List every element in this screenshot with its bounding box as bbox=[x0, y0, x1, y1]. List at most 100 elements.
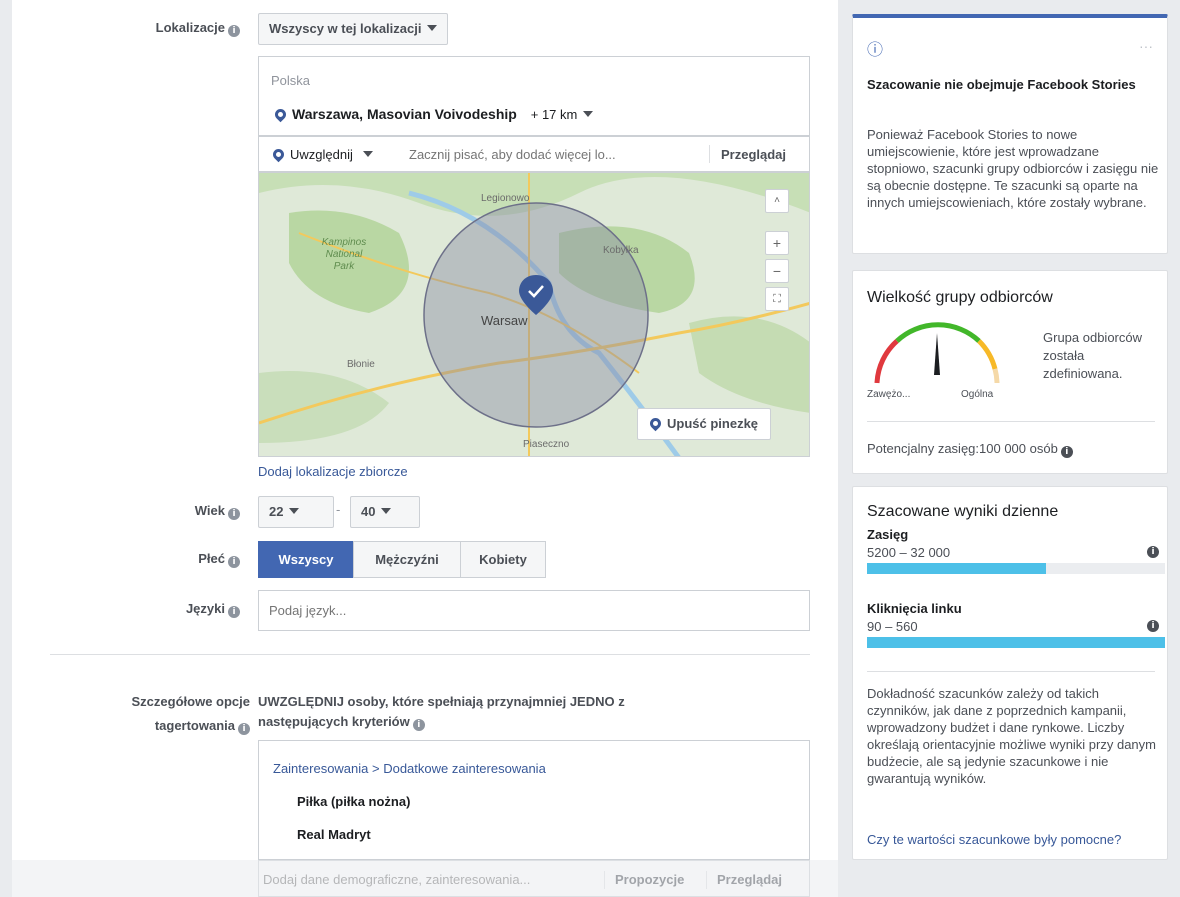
location-label-text: Lokalizacje bbox=[155, 20, 225, 35]
map-label: Błonie bbox=[347, 359, 375, 370]
clicks-bar-fill bbox=[867, 637, 1165, 648]
audience-size-title: Wielkość grupy odbiorców bbox=[867, 289, 1053, 306]
location-item[interactable]: Warszawa, Masovian Voivodeship + 17 km bbox=[272, 106, 594, 123]
gauge-specific-label: Zawężo... bbox=[867, 389, 911, 400]
reach-bar bbox=[867, 563, 1165, 574]
age-min-value: 22 bbox=[269, 504, 284, 519]
demographics-search-input[interactable] bbox=[263, 866, 593, 892]
info-icon[interactable]: i bbox=[228, 25, 240, 37]
gender-label-text: Płeć bbox=[198, 551, 225, 566]
location-search-row: Uwzględnij Przeglądaj bbox=[258, 136, 810, 172]
gauge-broad-label: Ogólna bbox=[961, 389, 994, 400]
age-max-dropdown[interactable]: 40 bbox=[350, 496, 420, 528]
age-max-value: 40 bbox=[361, 504, 376, 519]
interests-box: Zainteresowania > Dodatkowe zainteresowa… bbox=[258, 740, 810, 860]
map-label: Legionowo bbox=[481, 193, 530, 204]
clicks-label: Kliknięcia linku bbox=[867, 601, 962, 616]
left-margin bbox=[0, 0, 12, 897]
audience-gauge bbox=[874, 322, 1000, 384]
targeting-form: Lokalizacje i Wszyscy w tej lokalizacji P… bbox=[0, 0, 838, 897]
languages-label-text: Języki bbox=[185, 601, 225, 616]
info-icon[interactable]: i bbox=[1060, 446, 1073, 458]
languages-label: Języki i bbox=[60, 601, 240, 618]
location-search-input[interactable] bbox=[409, 141, 684, 167]
age-label-text: Wiek bbox=[194, 503, 225, 518]
potential-reach-text: Potencjalny zasięg:100 000 osób bbox=[867, 441, 1058, 456]
drop-pin-button[interactable]: Upuść pinezkę bbox=[637, 408, 772, 440]
audience-status-text: Grupa odbiorców została zdefiniowana. bbox=[1043, 330, 1142, 381]
accuracy-disclaimer: Dokładność szacunków zależy od takich cz… bbox=[867, 686, 1156, 786]
include-criteria-line1: UWZGLĘDNIJ osoby, które spełniają przyna… bbox=[258, 694, 625, 709]
gender-male-button[interactable]: Mężczyźni bbox=[353, 541, 461, 578]
info-icon[interactable]: i bbox=[1147, 620, 1159, 632]
zoom-out-icon[interactable]: − bbox=[765, 259, 789, 283]
browse-button[interactable]: Przeglądaj bbox=[721, 147, 786, 162]
map-label: Piaseczno bbox=[523, 439, 570, 450]
clicks-value: 90 – 560 bbox=[867, 619, 918, 634]
info-icon[interactable]: i bbox=[228, 606, 240, 618]
potential-reach: Potencjalny zasięg:100 000 osób i bbox=[867, 441, 1073, 458]
age-label: Wiek i bbox=[60, 503, 240, 520]
notice-title: Szacowanie nie obejmuje Facebook Stories bbox=[867, 77, 1136, 92]
info-icon[interactable]: i bbox=[228, 556, 240, 568]
location-pin-icon bbox=[270, 146, 287, 163]
interest-item[interactable]: Real Madryt bbox=[297, 827, 371, 842]
drop-pin-label: Upuść pinezkę bbox=[667, 416, 759, 431]
languages-input[interactable] bbox=[258, 590, 810, 631]
audience-size-card: Wielkość grupy odbiorców Zawężo... Ogóln… bbox=[852, 270, 1168, 474]
include-criteria-line2: następujących kryteriów bbox=[258, 714, 410, 729]
caret-down-icon bbox=[362, 151, 373, 157]
gender-all-button[interactable]: Wszyscy bbox=[258, 541, 354, 578]
detailed-targeting-label-line2: tagertowania bbox=[154, 718, 235, 733]
caret-down-icon bbox=[427, 25, 438, 31]
card-divider bbox=[867, 421, 1155, 422]
demographics-search-row: Propozycje Przeglądaj bbox=[258, 860, 810, 897]
divider bbox=[709, 145, 710, 163]
daily-results-title: Szacowane wyniki dzienne bbox=[867, 503, 1059, 520]
notice-body: Ponieważ Facebook Stories to nowe umiejs… bbox=[867, 127, 1159, 210]
map-label: Kobyłka bbox=[603, 245, 639, 256]
suggestions-button[interactable]: Propozycje bbox=[615, 872, 684, 887]
interest-item[interactable]: Piłka (piłka nożna) bbox=[297, 794, 410, 809]
map[interactable]: Legionowo Kampinos National Park Kobyłka… bbox=[258, 172, 810, 457]
location-pin-icon bbox=[647, 415, 664, 432]
info-icon[interactable]: i bbox=[238, 723, 250, 735]
fullscreen-icon[interactable]: ⛶ bbox=[765, 287, 789, 311]
reach-bar-fill bbox=[867, 563, 1046, 574]
interests-breadcrumb[interactable]: Zainteresowania > Dodatkowe zainteresowa… bbox=[273, 761, 546, 776]
location-type-dropdown[interactable]: Wszyscy w tej lokalizacji bbox=[258, 13, 449, 45]
location-list: Polska Warszawa, Masovian Voivodeship + … bbox=[258, 56, 810, 136]
info-icon[interactable]: i bbox=[228, 508, 240, 520]
daily-results-card: Szacowane wyniki dzienne Zasięg 5200 – 3… bbox=[852, 486, 1168, 860]
reach-label: Zasięg bbox=[867, 527, 909, 542]
include-dropdown[interactable]: Uwzględnij bbox=[270, 146, 373, 163]
map-label: Kampinos National Park bbox=[321, 237, 367, 272]
stories-notice-card: ⓘ ··· Szacowanie nie obejmuje Facebook S… bbox=[852, 14, 1168, 254]
include-criteria-text: UWZGLĘDNIJ osoby, które spełniają przyna… bbox=[258, 692, 625, 732]
more-options-icon[interactable]: ··· bbox=[1139, 38, 1153, 54]
clicks-bar bbox=[867, 637, 1165, 648]
location-pin-icon bbox=[272, 106, 289, 123]
location-type-label: Wszyscy w tej lokalizacji bbox=[269, 21, 422, 36]
browse-button[interactable]: Przeglądaj bbox=[717, 872, 782, 887]
card-divider bbox=[867, 671, 1155, 672]
age-separator: - bbox=[336, 502, 341, 517]
section-divider bbox=[50, 654, 810, 655]
feedback-link[interactable]: Czy te wartości szacunkowe były pomocne? bbox=[867, 831, 1161, 859]
info-icon[interactable]: i bbox=[1147, 546, 1159, 558]
country-label: Polska bbox=[271, 73, 311, 88]
location-label: Lokalizacje i bbox=[60, 20, 240, 37]
info-icon[interactable]: i bbox=[412, 719, 425, 731]
radius-value[interactable]: + 17 km bbox=[531, 107, 578, 122]
detailed-targeting-label: Szczegółowe opcje tagertowania i bbox=[60, 690, 250, 738]
caret-down-icon bbox=[381, 508, 392, 514]
add-bulk-locations-link[interactable]: Dodaj lokalizacje zbiorcze bbox=[258, 464, 408, 479]
reach-value: 5200 – 32 000 bbox=[867, 545, 951, 560]
gender-label: Płeć i bbox=[60, 551, 240, 568]
zoom-in-icon[interactable]: + bbox=[765, 231, 789, 255]
chevron-up-icon[interactable]: ˄ bbox=[765, 189, 789, 213]
gender-female-button[interactable]: Kobiety bbox=[460, 541, 546, 578]
caret-down-icon[interactable] bbox=[583, 111, 594, 117]
age-min-dropdown[interactable]: 22 bbox=[258, 496, 334, 528]
divider bbox=[706, 871, 707, 889]
